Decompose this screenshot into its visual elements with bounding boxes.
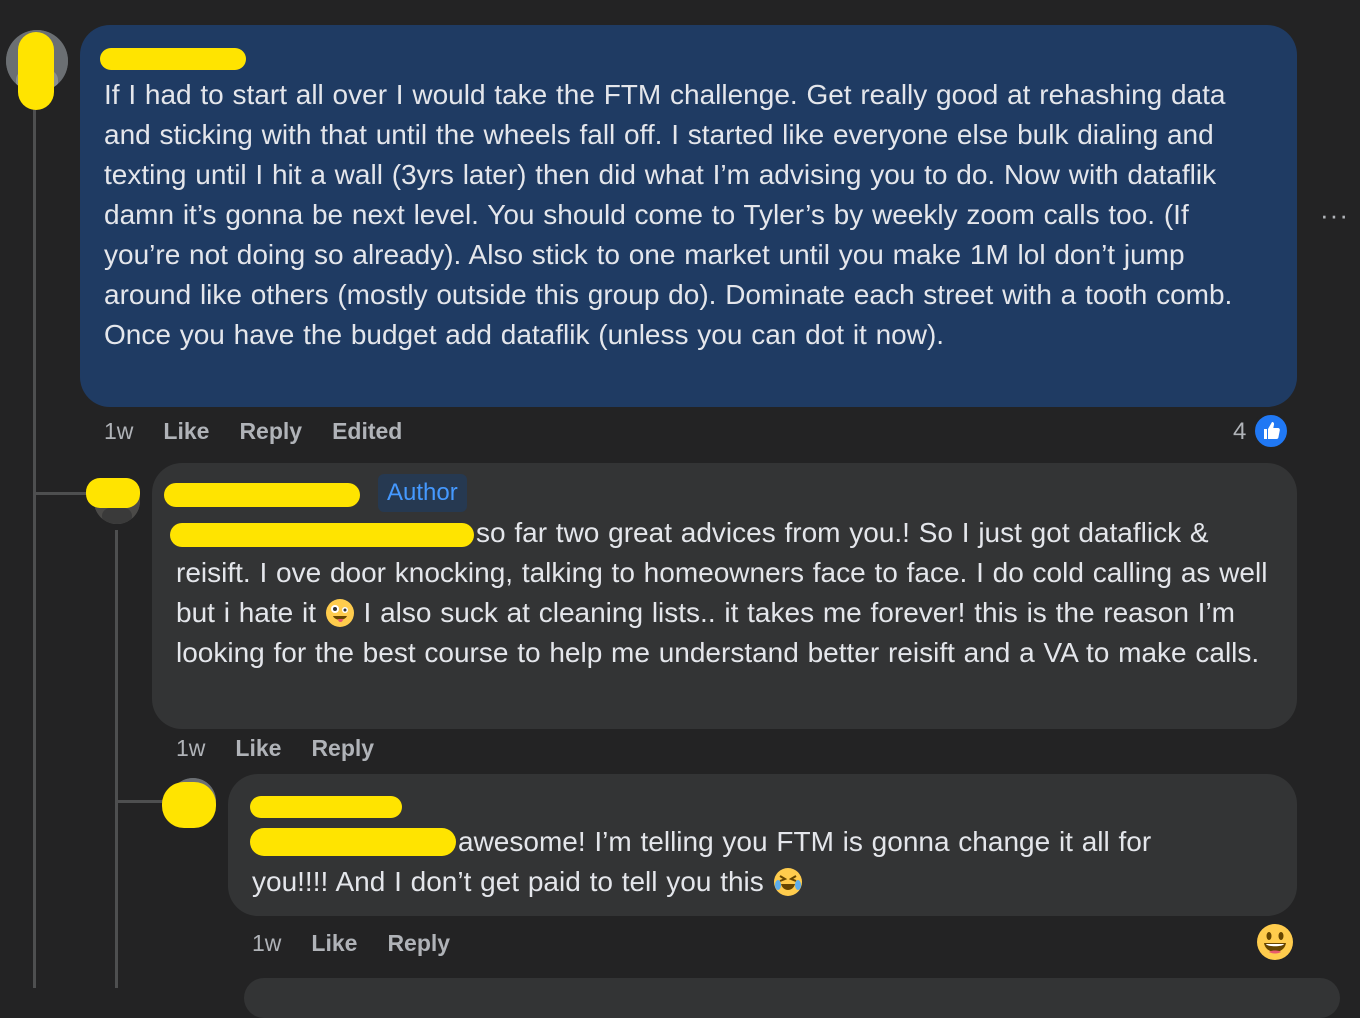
mention-redaction [170,523,474,547]
rolling-on-floor-laughing-emoji [773,868,802,896]
comment-text-line: so far two great advices from you.! So I… [476,517,1209,548]
thread-connector-reply-1 [33,492,93,495]
author-badge: Author [378,473,467,512]
author-name-redaction [164,483,360,507]
comment-timestamp[interactable]: 1w [176,735,205,762]
like-button[interactable]: Like [311,930,357,957]
reply-button[interactable]: Reply [239,418,302,445]
grinning-face-emoji[interactable] [1256,923,1294,961]
avatar-redaction [86,478,140,508]
comment-text-line: awesome! I’m telling you FTM is gonna ch… [458,826,1152,857]
avatar-redaction [18,32,54,110]
comment-bubble-highlighted: If I had to start all over I would take … [80,25,1297,407]
like-button[interactable]: Like [235,735,281,762]
thread-connector-reply-2 [115,800,165,803]
like-button[interactable]: Like [163,418,209,445]
reply-bubble-partial [244,978,1340,1018]
thumbs-up-icon[interactable] [1252,412,1290,450]
thread-line-sub [115,530,118,988]
comment-timestamp[interactable]: 1w [104,418,133,445]
comment-actions: 1w Like Reply Edited [104,418,402,445]
thread-line-main [33,90,36,988]
avatar-redaction [162,782,216,828]
edited-label[interactable]: Edited [332,418,402,445]
comment-actions: 1w Like Reply [252,930,450,957]
comment-text: If I had to start all over I would take … [104,79,1233,350]
mention-redaction [250,828,456,856]
comment-text-body: you!!!! And I don’t get paid to tell you… [252,866,764,897]
comment-timestamp[interactable]: 1w [252,930,281,957]
reaction-count[interactable]: 4 [1233,418,1246,446]
reply-button[interactable]: Reply [387,930,450,957]
reply-button[interactable]: Reply [311,735,374,762]
zany-face-emoji [325,599,354,627]
author-name-redaction [250,796,402,818]
author-name-redaction [100,48,246,70]
more-options-button[interactable]: ··· [1320,200,1349,231]
comment-actions: 1w Like Reply [176,735,374,762]
